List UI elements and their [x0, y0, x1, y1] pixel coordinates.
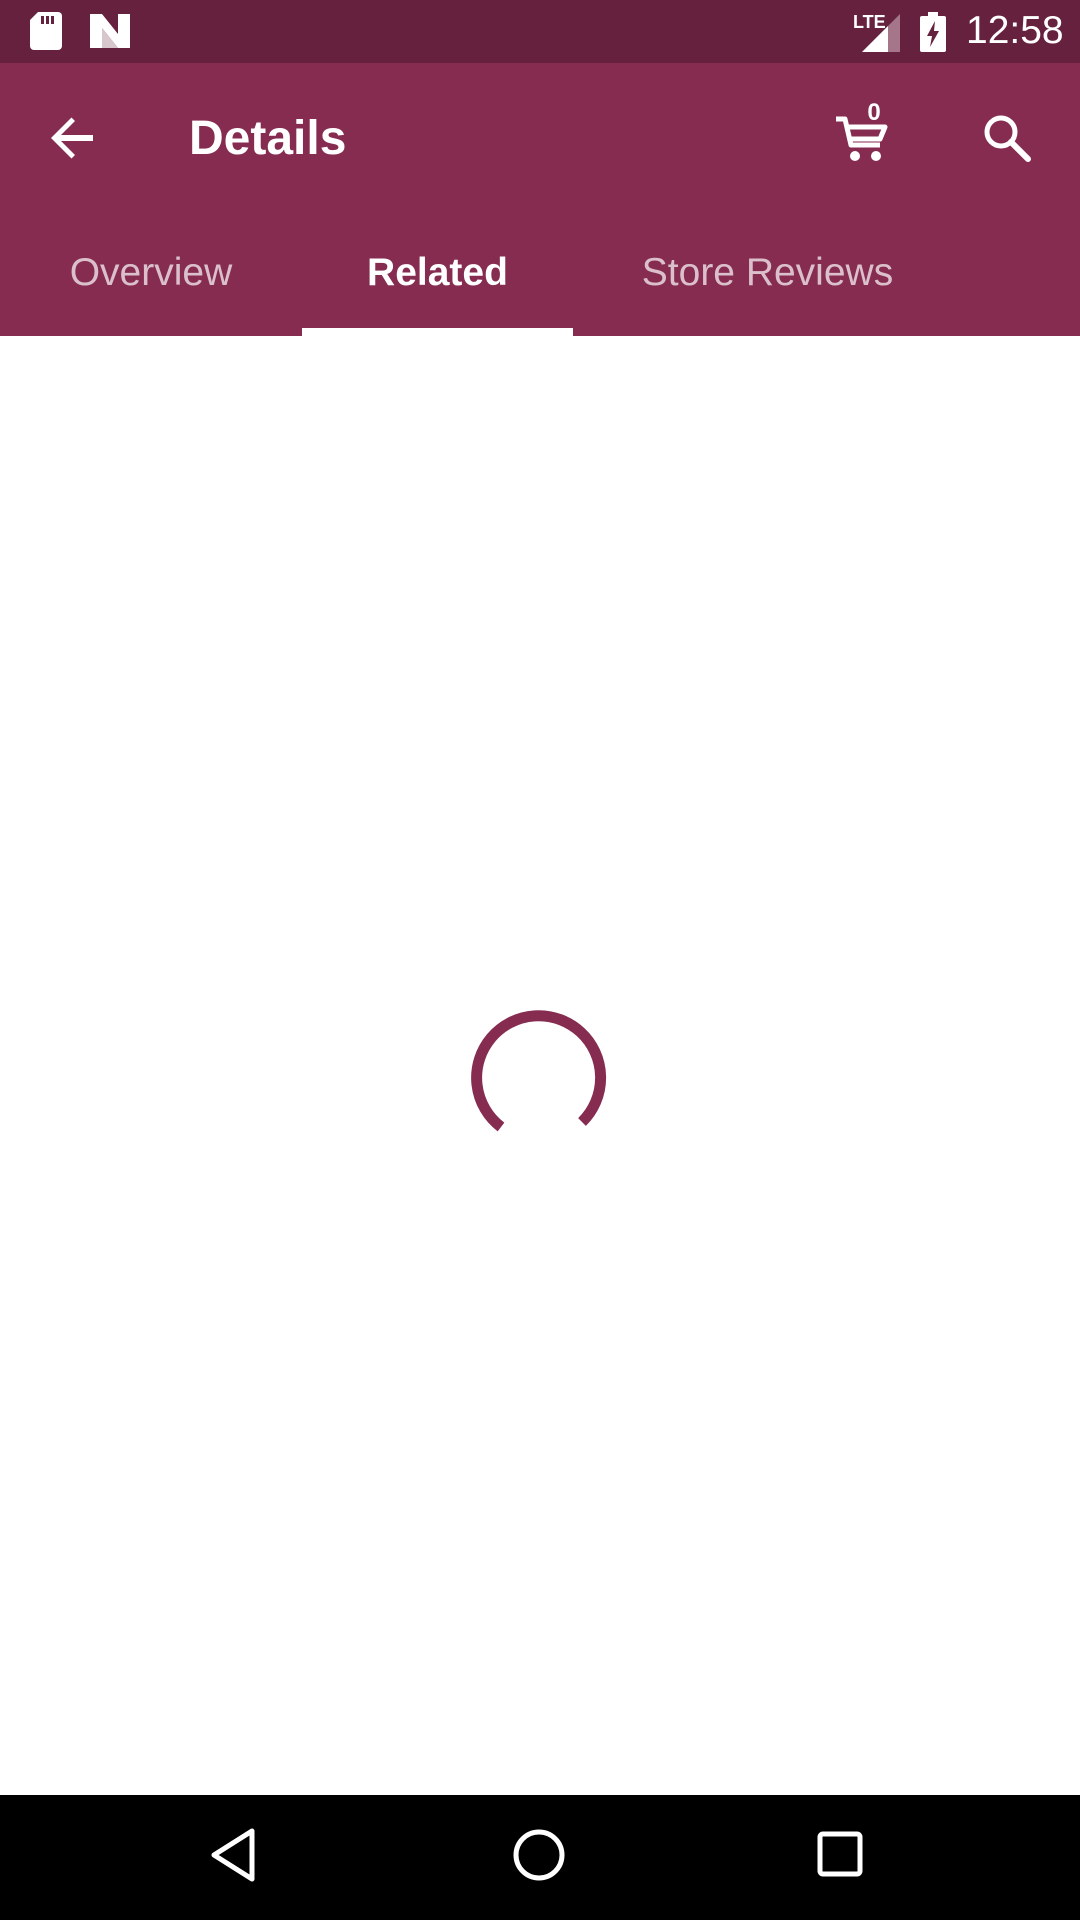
- system-nav-bar: [0, 1795, 1080, 1920]
- loading-spinner-icon: [469, 1008, 611, 1150]
- status-clock: 12:58: [966, 9, 1064, 52]
- n-notification-icon: [90, 14, 130, 53]
- battery-charging-icon: [920, 12, 946, 57]
- tab-bar: Overview Related Store Reviews: [0, 209, 1080, 336]
- tab-related[interactable]: Related: [302, 209, 573, 336]
- signal-icon: [858, 10, 900, 57]
- page-title: Details: [189, 112, 347, 165]
- search-icon: [982, 113, 1032, 168]
- active-tab-indicator: [302, 328, 573, 336]
- sd-card-icon: [30, 12, 62, 55]
- nav-back-icon[interactable]: [208, 1827, 258, 1888]
- cart-icon: [834, 109, 890, 170]
- nav-recents-icon[interactable]: [817, 1831, 863, 1882]
- back-arrow-icon: [49, 114, 97, 167]
- back-button[interactable]: [40, 107, 106, 173]
- tab-store-reviews[interactable]: Store Reviews: [610, 209, 925, 336]
- search-button[interactable]: [974, 107, 1040, 173]
- nav-home-icon[interactable]: [511, 1827, 567, 1888]
- cart-button[interactable]: 0: [834, 99, 904, 175]
- status-bar: LTE 12:58: [0, 0, 1080, 63]
- tab-overview[interactable]: Overview: [36, 209, 266, 336]
